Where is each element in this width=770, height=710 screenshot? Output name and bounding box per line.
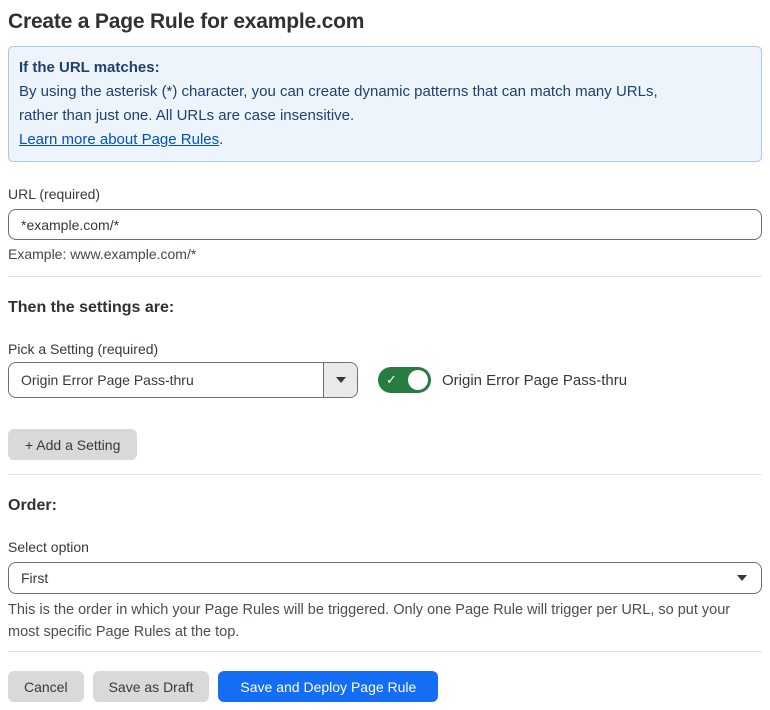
divider (8, 651, 762, 652)
url-matches-info-box: If the URL matches: By using the asteris… (8, 46, 762, 162)
info-box-link-line: Learn more about Page Rules. (19, 128, 749, 152)
settings-section-heading: Then the settings are: (8, 299, 175, 316)
setting-toggle[interactable]: ✓ (378, 367, 431, 393)
toggle-knob (408, 370, 428, 390)
divider (8, 474, 762, 475)
link-period: . (219, 131, 224, 148)
caret-down-icon (335, 377, 346, 383)
order-section-heading: Order: (8, 497, 57, 514)
order-select-label: Select option (8, 539, 89, 555)
caret-down-icon (737, 575, 747, 581)
footer-actions: Cancel Save as Draft Save and Deploy Pag… (8, 671, 762, 702)
order-select[interactable]: First (8, 562, 762, 594)
order-helper-text: This is the order in which your Page Rul… (8, 602, 731, 640)
order-select-value: First (21, 570, 49, 586)
setting-row: Origin Error Page Pass-thru ✓ Origin Err… (8, 362, 762, 398)
setting-toggle-label: Origin Error Page Pass-thru (442, 371, 628, 389)
add-setting-button[interactable]: + Add a Setting (8, 429, 138, 460)
info-box-body-line-1: By using the asterisk (*) character, you… (19, 83, 658, 100)
info-box-heading: If the URL matches: (19, 59, 160, 76)
save-and-deploy-button[interactable]: Save and Deploy Page Rule (218, 671, 439, 702)
url-field-label: URL (required) (8, 186, 101, 202)
info-box-body-line-2: rather than just one. All URLs are case … (19, 107, 355, 124)
url-input[interactable] (8, 209, 762, 240)
check-icon: ✓ (386, 372, 397, 388)
setting-dropdown[interactable]: Origin Error Page Pass-thru (8, 362, 358, 398)
url-example-helper: Example: www.example.com/* (8, 246, 197, 262)
page-title: Create a Page Rule for example.com (8, 10, 365, 33)
divider (8, 276, 762, 277)
save-as-draft-button[interactable]: Save as Draft (92, 671, 210, 702)
cancel-button[interactable]: Cancel (8, 671, 84, 702)
learn-more-link[interactable]: Learn more about Page Rules (19, 131, 219, 148)
setting-dropdown-arrow-button[interactable] (323, 363, 357, 397)
pick-setting-label: Pick a Setting (required) (8, 341, 159, 357)
setting-dropdown-value: Origin Error Page Pass-thru (21, 372, 194, 388)
